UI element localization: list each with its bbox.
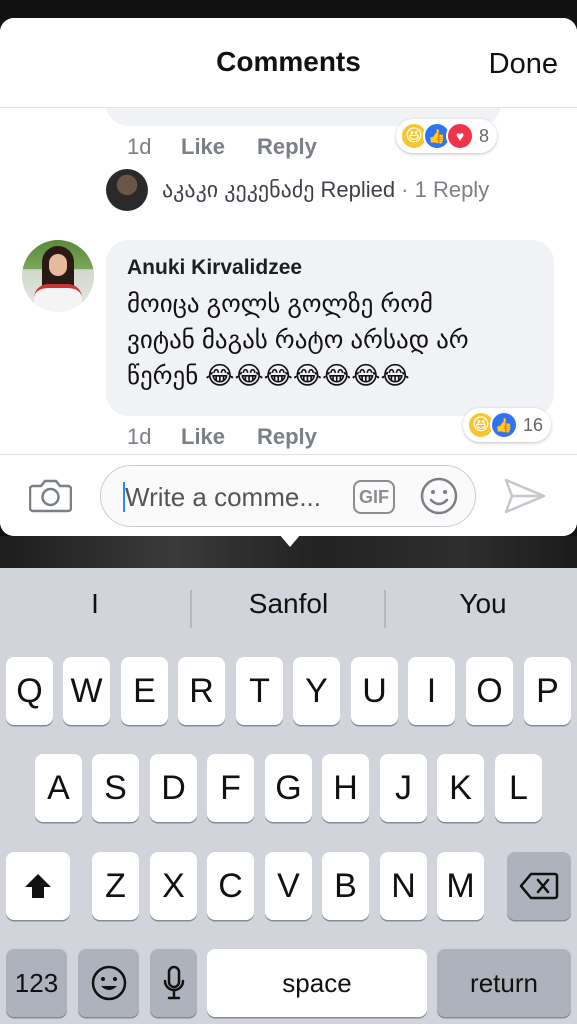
comment-input-placeholder: Write a comme... <box>125 482 322 512</box>
gif-button[interactable]: GIF <box>353 480 395 514</box>
comment-bubble[interactable]: Anuki Kirvalidzee მოიცა გოლს გოლზე რომ ვ… <box>106 240 554 416</box>
key[interactable]: V <box>265 852 312 920</box>
emoji-key[interactable] <box>78 949 139 1017</box>
avatar <box>106 169 148 211</box>
suggestion-item[interactable]: Sanfol <box>200 588 377 620</box>
key[interactable]: H <box>322 754 369 822</box>
key[interactable]: S <box>92 754 139 822</box>
return-key[interactable]: return <box>437 949 571 1017</box>
key[interactable]: K <box>437 754 484 822</box>
replier-name: აკაკი კეკენაძე Replied <box>162 177 396 202</box>
key[interactable]: I <box>408 657 455 725</box>
comment-time: 1d <box>127 424 152 449</box>
key[interactable]: A <box>35 754 82 822</box>
comments-sheet: 1d Like Reply 😆 👍 ♥ 8 აკაკი კეკენაძე Rep… <box>0 18 577 536</box>
composer-bar: Write a comme... GIF <box>0 454 577 536</box>
key[interactable]: Z <box>92 852 139 920</box>
key[interactable]: B <box>322 852 369 920</box>
key[interactable]: M <box>437 852 484 920</box>
key[interactable]: T <box>236 657 283 725</box>
like-icon: 👍 <box>490 411 518 439</box>
suggestion-item[interactable]: I <box>40 588 150 620</box>
view-replies-row[interactable]: აკაკი კეკენაძე Replied · 1 Reply <box>106 168 489 212</box>
sheet-pointer <box>279 534 301 547</box>
previous-comment-time: 1d <box>127 134 152 159</box>
backspace-key[interactable] <box>507 852 571 920</box>
key[interactable]: D <box>150 754 197 822</box>
key[interactable]: P <box>524 657 571 725</box>
key[interactable]: J <box>380 754 427 822</box>
key[interactable]: O <box>466 657 513 725</box>
key[interactable]: N <box>380 852 427 920</box>
like-button[interactable]: Like <box>181 424 225 450</box>
previous-reactions[interactable]: 😆 👍 ♥ 8 <box>396 119 498 153</box>
shift-key[interactable] <box>6 852 70 920</box>
space-key[interactable]: space <box>207 949 427 1017</box>
key[interactable]: E <box>121 657 168 725</box>
key[interactable]: L <box>495 754 542 822</box>
key[interactable]: W <box>63 657 110 725</box>
reply-count: · 1 Reply <box>401 177 490 202</box>
emoji-icon[interactable] <box>419 476 459 516</box>
dictation-key[interactable] <box>150 949 197 1017</box>
send-icon[interactable] <box>503 477 547 515</box>
done-button[interactable]: Done <box>489 48 558 81</box>
backspace-icon <box>519 872 559 900</box>
comment-reactions[interactable]: 😆 👍 16 <box>463 408 552 442</box>
comment-author[interactable]: Anuki Kirvalidzee <box>127 256 536 280</box>
numbers-key[interactable]: 123 <box>6 949 67 1017</box>
key[interactable]: G <box>265 754 312 822</box>
key[interactable]: X <box>150 852 197 920</box>
previous-reply-button[interactable]: Reply <box>257 134 317 160</box>
reply-button[interactable]: Reply <box>257 424 317 450</box>
key[interactable]: Y <box>293 657 340 725</box>
microphone-icon <box>163 965 184 1000</box>
reaction-count: 16 <box>523 414 544 435</box>
key[interactable]: U <box>351 657 398 725</box>
love-icon: ♥ <box>446 122 474 150</box>
keyboard: I Sanfol You Q W E R T Y U I O P A S D F… <box>0 568 577 1024</box>
emoji-icon <box>91 965 126 1001</box>
sheet-header: Comments Done <box>0 18 577 108</box>
avatar[interactable] <box>22 240 94 312</box>
key[interactable]: R <box>178 657 225 725</box>
key[interactable]: F <box>207 754 254 822</box>
reaction-count: 8 <box>479 125 490 146</box>
camera-icon[interactable] <box>29 477 72 513</box>
key[interactable]: Q <box>6 657 53 725</box>
comment-input[interactable]: Write a comme... GIF <box>100 465 476 527</box>
suggestion-item[interactable]: You <box>400 588 566 620</box>
comment-text: მოიცა გოლს გოლზე რომ ვიტან მაგას რატო არ… <box>127 290 469 390</box>
shift-icon <box>25 874 51 898</box>
previous-like-button[interactable]: Like <box>181 134 225 160</box>
suggestion-bar: I Sanfol You <box>0 568 577 646</box>
key[interactable]: C <box>207 852 254 920</box>
